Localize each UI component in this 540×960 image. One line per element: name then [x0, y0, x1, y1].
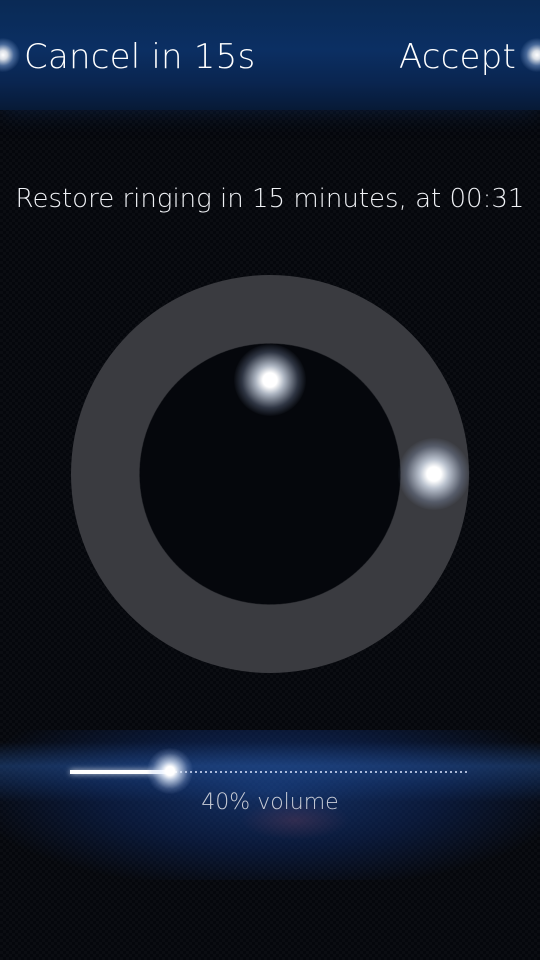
- accept-button[interactable]: Accept: [399, 30, 516, 84]
- restore-ringing-info: Restore ringing in 15 minutes, at 00:31: [15, 184, 525, 214]
- cancel-button[interactable]: Cancel in 15s: [24, 30, 255, 84]
- right-edge-glow-icon: [520, 38, 540, 72]
- header-bar: Cancel in 15s Accept: [0, 0, 540, 110]
- dial-hours-handle[interactable]: [398, 438, 470, 510]
- left-edge-glow-icon: [0, 38, 20, 72]
- volume-slider-handle[interactable]: [146, 748, 193, 794]
- volume-label: 40% volume: [201, 790, 339, 815]
- dial-minutes-handle[interactable]: [234, 344, 306, 416]
